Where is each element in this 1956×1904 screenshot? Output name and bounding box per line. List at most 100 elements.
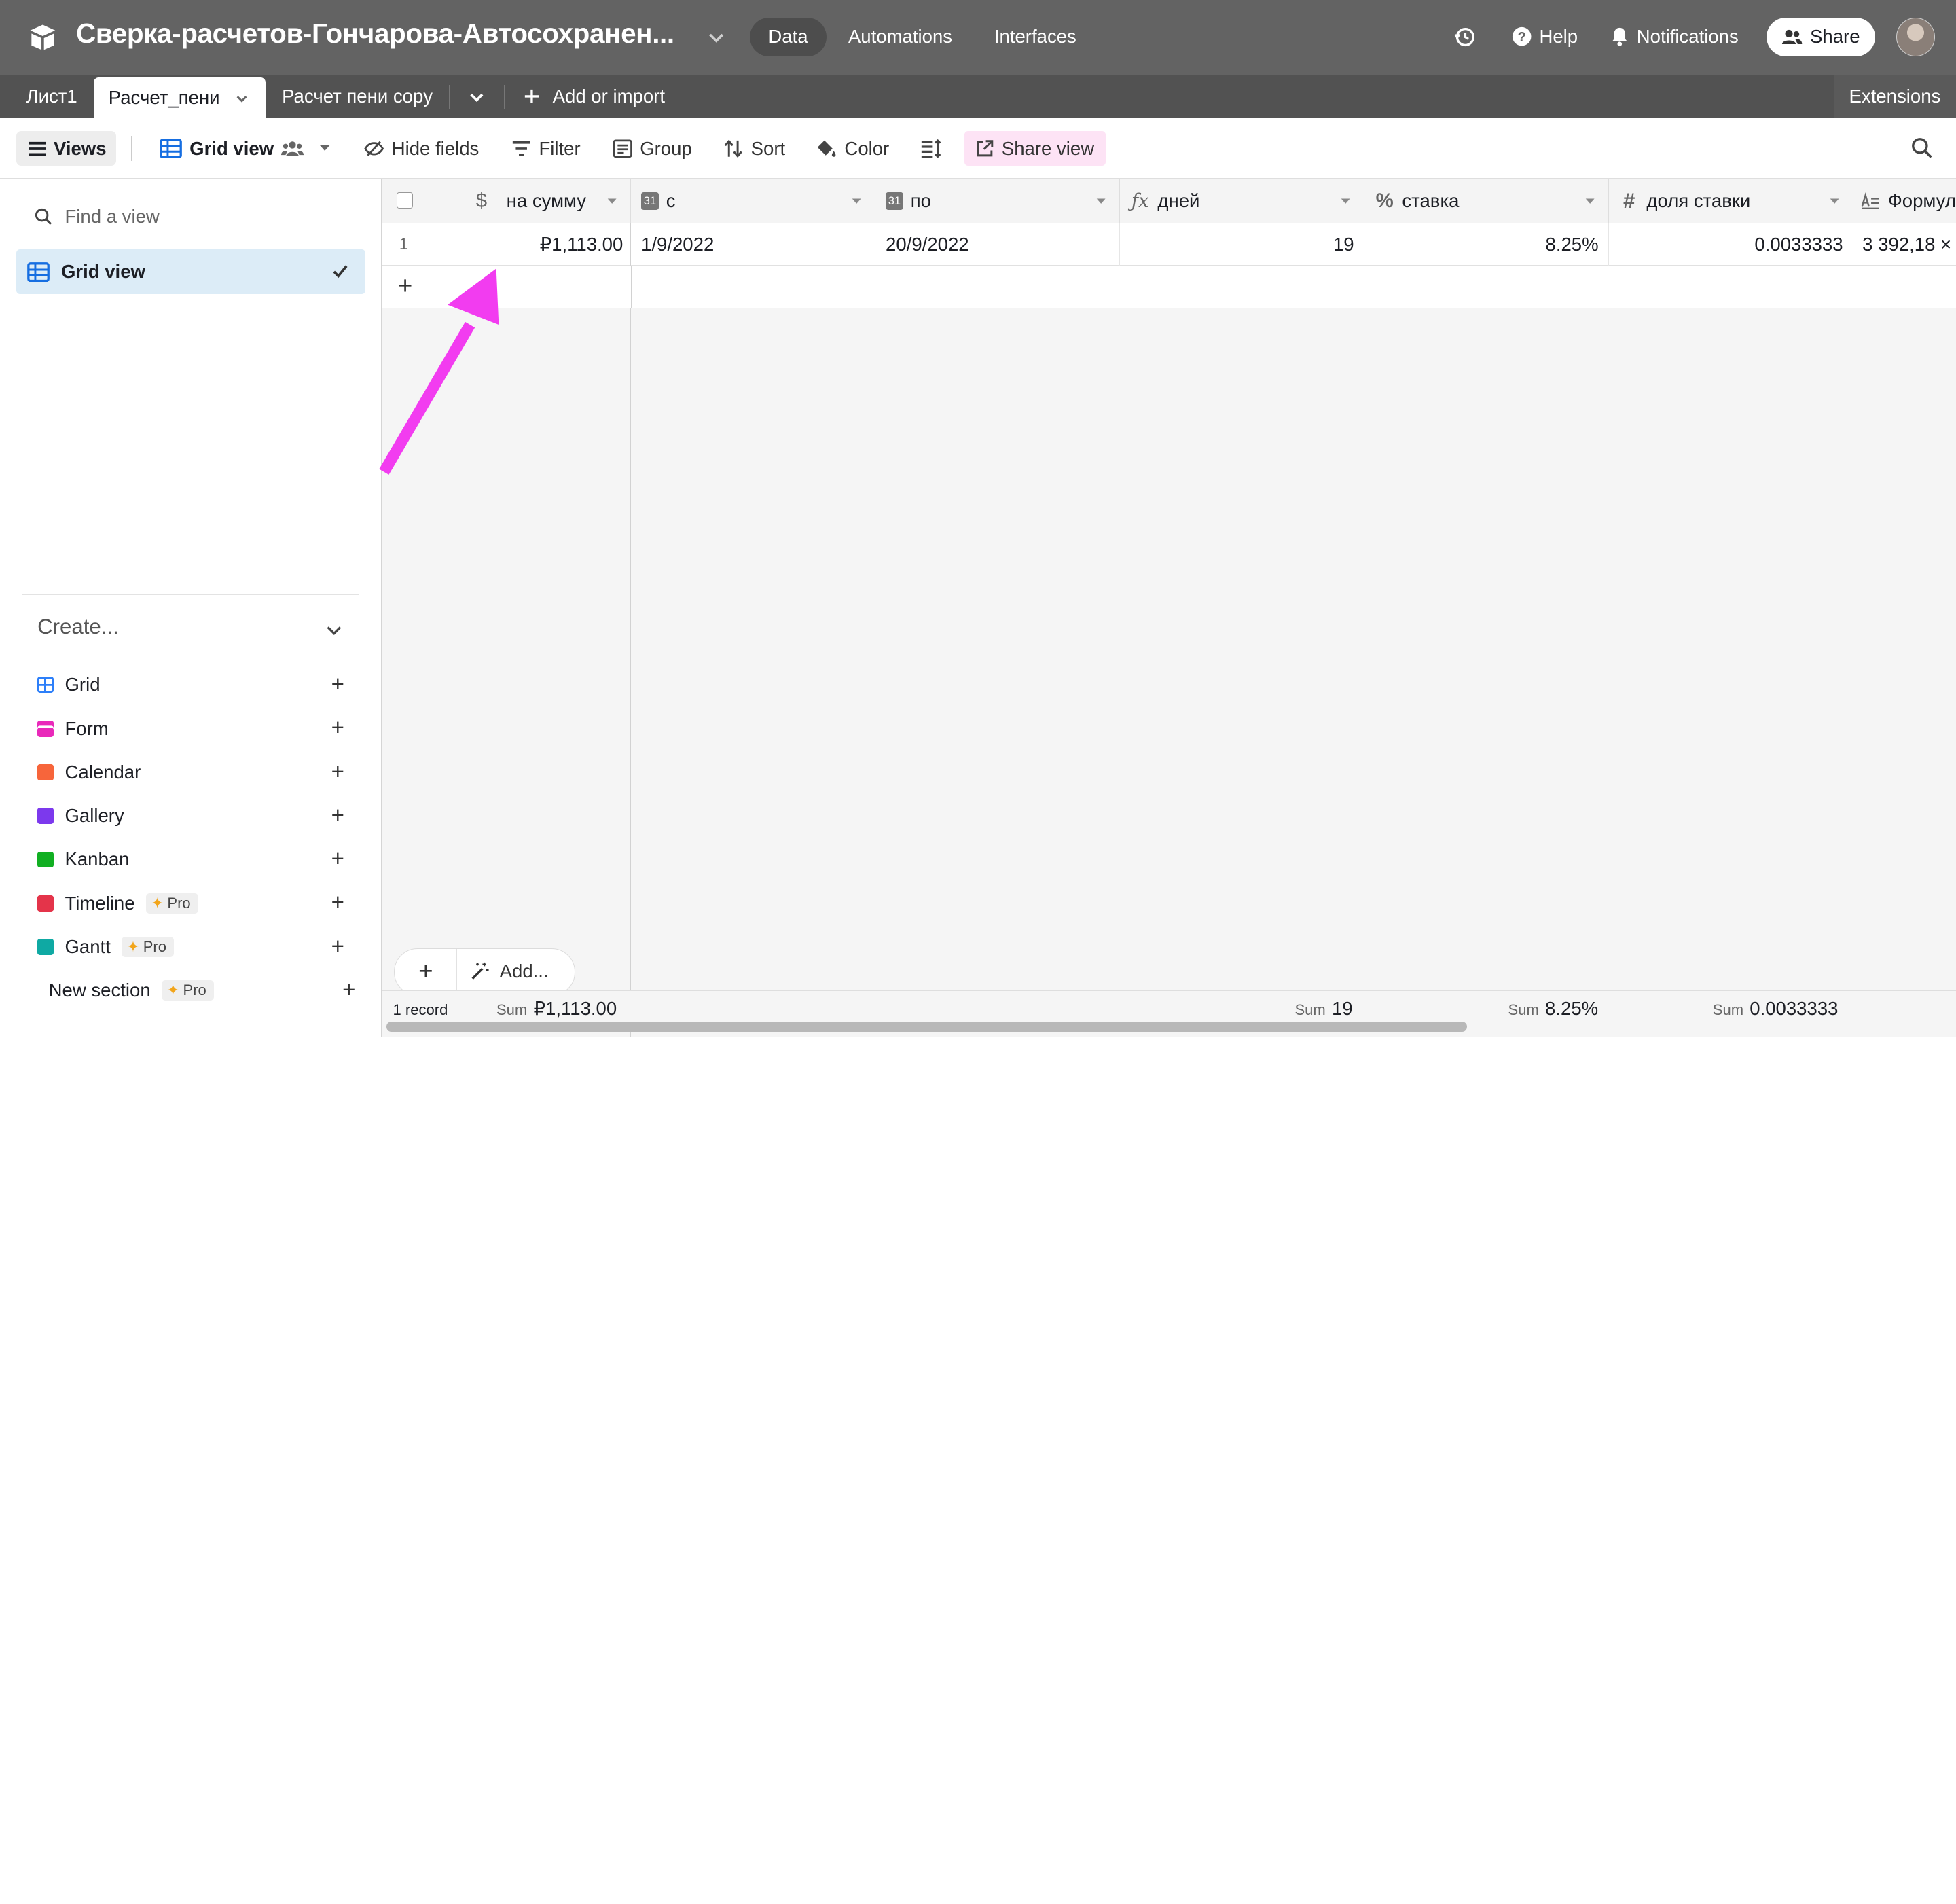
horizontal-scrollbar[interactable] [386, 1022, 1467, 1032]
sort-button[interactable]: Sort [723, 131, 785, 166]
table-row[interactable]: 1 ₽1,113.00 1/9/2022 20/9/2022 19 8.25% … [382, 223, 1956, 266]
magic-wand-icon [471, 963, 489, 980]
column-header-days[interactable]: ƒx дней [1120, 178, 1365, 223]
notifications-button[interactable]: Notifications [1610, 18, 1739, 56]
chevron-down-icon[interactable] [706, 27, 726, 47]
row-height-icon [922, 139, 941, 158]
chevron-down-icon[interactable] [606, 195, 618, 207]
add-with-ai-button[interactable]: Add... [470, 949, 549, 994]
cell-from[interactable]: 1/9/2022 [631, 223, 876, 266]
column-name: с [666, 190, 676, 211]
nav-automations[interactable]: Automations [829, 18, 971, 56]
column-header-rate[interactable]: % ставка [1364, 178, 1610, 223]
toolbar-divider [130, 136, 132, 161]
share-view-button[interactable]: Share view [964, 130, 1106, 166]
column-header-amount[interactable]: $ на сумму [382, 178, 632, 223]
add-row[interactable]: + [382, 266, 1956, 308]
nav-data[interactable]: Data [749, 17, 827, 56]
plus-icon[interactable]: + [331, 846, 344, 872]
add-record-button[interactable]: + [395, 948, 458, 994]
plus-icon[interactable]: + [342, 977, 355, 1003]
row-height-button[interactable] [920, 131, 941, 166]
color-button[interactable]: Color [816, 131, 889, 166]
add-or-import-label: Add or import [552, 86, 665, 107]
group-button[interactable]: Group [613, 131, 692, 166]
plus-icon[interactable]: + [331, 759, 344, 785]
nav-interfaces[interactable]: Interfaces [975, 18, 1095, 56]
chevron-down-icon[interactable] [325, 623, 343, 638]
column-header-formula[interactable]: Формул [1853, 179, 1956, 223]
base-logo-icon[interactable] [26, 21, 59, 54]
share-label: Share [1810, 26, 1860, 48]
hide-fields-button[interactable]: Hide fields [364, 131, 479, 166]
chevron-down-icon[interactable] [1339, 195, 1352, 207]
column-header-rate-share[interactable]: # доля ставки [1609, 178, 1854, 223]
chevron-down-icon[interactable] [1095, 195, 1107, 207]
add-record-pill[interactable]: + Add... [394, 948, 575, 996]
plus-icon[interactable]: + [331, 803, 344, 829]
select-all-checkbox[interactable] [397, 192, 413, 209]
create-gantt-view[interactable]: Gantt ✦ Pro + [37, 932, 349, 962]
create-gallery-view[interactable]: Gallery + [37, 801, 349, 831]
column-header-to[interactable]: 31 по [875, 178, 1121, 223]
share-button[interactable]: Share [1766, 17, 1875, 56]
history-button[interactable] [1453, 18, 1476, 56]
create-new-section[interactable]: New section ✦ Pro + [49, 975, 356, 1005]
find-view-input[interactable] [65, 206, 340, 228]
create-calendar-view[interactable]: Calendar + [37, 757, 349, 787]
sidebar-view-grid[interactable]: Grid view [16, 249, 366, 295]
chevron-down-icon[interactable] [1828, 195, 1841, 207]
gantt-icon [37, 939, 54, 955]
grid-view-switcher[interactable]: Grid view [160, 131, 331, 166]
extensions-button[interactable]: Extensions [1833, 75, 1956, 119]
sum-rate[interactable]: Sum 8.25% [1508, 998, 1599, 1020]
plus-icon[interactable]: + [331, 672, 344, 698]
find-view-field[interactable] [22, 196, 359, 238]
tab-raschet-peni-copy[interactable]: Расчет пени copy [282, 75, 433, 118]
cell-days[interactable]: 19 [1120, 223, 1365, 266]
create-section-header[interactable]: Create... [37, 615, 347, 639]
plus-icon[interactable]: + [331, 891, 344, 916]
create-timeline-view[interactable]: Timeline ✦ Pro + [37, 888, 349, 918]
sum-value: 19 [1331, 997, 1353, 1019]
chevron-down-icon[interactable] [850, 195, 863, 207]
create-grid-view[interactable]: Grid + [37, 670, 349, 700]
plus-icon[interactable]: + [331, 934, 344, 960]
paint-bucket-icon [817, 140, 836, 157]
views-button[interactable]: Views [16, 130, 116, 166]
add-or-import-button[interactable]: Add or import [524, 75, 665, 118]
create-item-label: Gantt [65, 936, 111, 958]
sum-days[interactable]: Sum 19 [1294, 998, 1352, 1020]
create-form-view[interactable]: Form + [37, 714, 349, 744]
column-header-from[interactable]: 31 с [631, 178, 876, 223]
views-label: Views [53, 137, 107, 159]
avatar[interactable] [1896, 17, 1935, 56]
sum-amount[interactable]: Sum ₽1,113.00 [496, 998, 617, 1020]
cell-to[interactable]: 20/9/2022 [875, 223, 1121, 266]
create-kanban-view[interactable]: Kanban + [37, 844, 349, 874]
notifications-label: Notifications [1636, 25, 1739, 47]
add-label: Add... [499, 960, 549, 982]
cell-rate-share[interactable]: 0.0033333 [1609, 223, 1854, 266]
base-title[interactable]: Сверка-расчетов-Гончарова-Автосохранен..… [76, 18, 674, 50]
caret-down-icon[interactable] [319, 143, 331, 154]
cell-rate[interactable]: 8.25% [1364, 223, 1610, 266]
tab-raschet-peni[interactable]: Расчет_пени [93, 77, 266, 119]
tab-list1[interactable]: Лист1 [26, 75, 77, 118]
filter-button[interactable]: Filter [511, 131, 581, 166]
color-label: Color [844, 137, 890, 159]
record-count: 1 record [393, 1001, 448, 1019]
cell-formula[interactable]: 3 392,18 × [1853, 223, 1956, 266]
create-item-label: Kanban [65, 848, 130, 870]
view-name: Grid view [60, 261, 145, 283]
bell-icon [1612, 28, 1627, 47]
plus-icon[interactable]: + [331, 715, 344, 741]
sum-value: 8.25% [1545, 997, 1599, 1019]
chevron-down-icon[interactable] [234, 91, 249, 106]
chevron-down-icon[interactable] [1584, 195, 1596, 207]
chevron-down-icon[interactable] [468, 88, 486, 106]
column-name: ставка [1402, 190, 1460, 211]
search-icon[interactable] [1911, 137, 1932, 158]
sum-rate-share[interactable]: Sum 0.0033333 [1713, 998, 1839, 1020]
help-button[interactable]: ? Help [1512, 18, 1578, 56]
